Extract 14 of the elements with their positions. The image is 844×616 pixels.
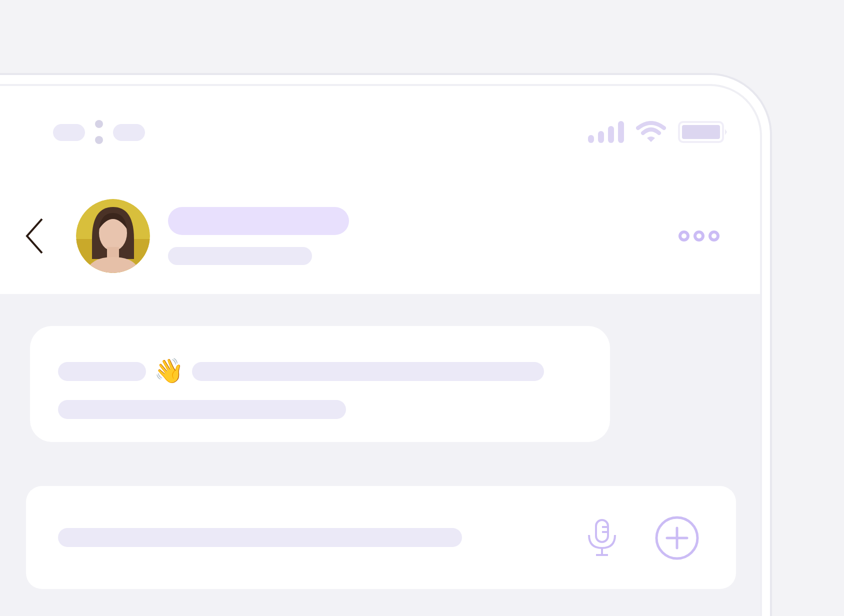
message-input[interactable] bbox=[26, 486, 736, 589]
wifi-icon bbox=[636, 121, 666, 143]
emoji: 👋 bbox=[154, 358, 184, 384]
chevron-left-icon bbox=[25, 218, 43, 254]
more-button[interactable] bbox=[678, 230, 720, 242]
add-button[interactable] bbox=[655, 516, 699, 560]
colon-icon bbox=[95, 120, 103, 144]
back-button[interactable] bbox=[25, 217, 45, 255]
more-icon bbox=[678, 230, 720, 242]
microphone-icon bbox=[586, 518, 618, 556]
plus-icon bbox=[655, 516, 699, 560]
battery-icon bbox=[678, 121, 728, 143]
signal-icon bbox=[588, 121, 624, 143]
microphone-button[interactable] bbox=[586, 518, 618, 556]
